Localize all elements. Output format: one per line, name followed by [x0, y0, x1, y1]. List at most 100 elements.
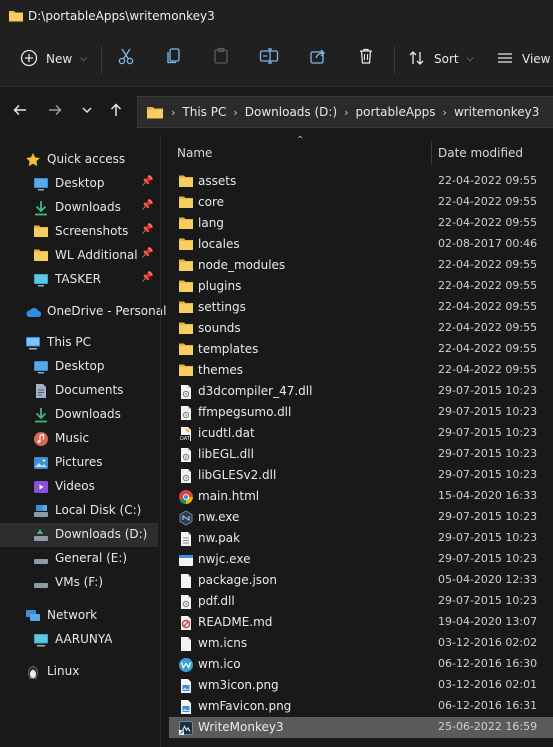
- trash-icon: [357, 47, 375, 68]
- sidebar-item-downloads[interactable]: Downloads: [0, 403, 158, 427]
- sidebar-item-downloads-d[interactable]: Downloads (D:): [0, 523, 158, 547]
- file-date-modified: 29-07-2015 10:23: [438, 384, 538, 397]
- file-row[interactable]: libGLESv2.dll 29-07-2015 10:23: [169, 465, 553, 486]
- file-row[interactable]: nw.exe 29-07-2015 10:23: [169, 507, 553, 528]
- file-date-modified: 02-08-2017 00:46: [438, 237, 538, 250]
- file-row[interactable]: sounds 22-04-2022 09:55: [169, 318, 553, 339]
- file-row[interactable]: locales 02-08-2017 00:46: [169, 234, 553, 255]
- file-row[interactable]: README.md 19-04-2020 13:07: [169, 612, 553, 633]
- dat-file-icon: DAT: [178, 426, 194, 442]
- file-row[interactable]: wm.icns 03-12-2016 02:02: [169, 633, 553, 654]
- file-row[interactable]: DAT icudtl.dat 29-07-2015 10:23: [169, 423, 553, 444]
- column-header-date-modified[interactable]: Date modified: [438, 137, 553, 169]
- file-name: ffmpegsumo.dll: [198, 405, 292, 419]
- chevron-right-icon: ›: [233, 105, 238, 119]
- paste-button[interactable]: [210, 46, 232, 68]
- breadcrumb-portableapps[interactable]: portableApps: [356, 105, 436, 119]
- file-date-modified: 06-12-2016 16:31: [438, 699, 538, 712]
- shortcut-icon: [178, 720, 194, 736]
- sidebar-item-this-pc[interactable]: This PC: [0, 331, 158, 355]
- file-row[interactable]: pdf.dll 29-07-2015 10:23: [169, 591, 553, 612]
- forward-button[interactable]: [45, 101, 65, 121]
- file-row[interactable]: nwjc.exe 29-07-2015 10:23: [169, 549, 553, 570]
- sidebar-item-desktop[interactable]: Desktop: [0, 355, 158, 379]
- file-row[interactable]: package.json 05-04-2020 12:33: [169, 570, 553, 591]
- sidebar-item-videos[interactable]: Videos: [0, 475, 158, 499]
- file-row[interactable]: ffmpegsumo.dll 29-07-2015 10:23: [169, 402, 553, 423]
- file-row[interactable]: WriteMonkey3 25-06-2022 16:59: [169, 717, 553, 738]
- breadcrumb-downloads-d[interactable]: Downloads (D:): [245, 105, 337, 119]
- up-button[interactable]: [106, 101, 126, 121]
- view-button[interactable]: View: [496, 43, 550, 75]
- column-header-name[interactable]: Name: [177, 137, 431, 169]
- folder-icon: [146, 105, 164, 120]
- file-name: wm3icon.png: [198, 678, 279, 692]
- back-button[interactable]: [10, 101, 30, 121]
- file-name: wm.ico: [198, 657, 241, 671]
- sidebar-item-label: Screenshots: [55, 224, 129, 238]
- sidebar-item-general-e[interactable]: General (E:): [0, 547, 158, 571]
- file-row[interactable]: plugins 22-04-2022 09:55: [169, 276, 553, 297]
- file-row[interactable]: settings 22-04-2022 09:55: [169, 297, 553, 318]
- chevron-right-icon: ›: [344, 105, 349, 119]
- sidebar-item-linux[interactable]: Linux: [0, 660, 158, 684]
- new-label: New: [46, 52, 73, 66]
- network-icon: [25, 608, 41, 624]
- file-row[interactable]: templates 22-04-2022 09:55: [169, 339, 553, 360]
- file-name: templates: [198, 342, 259, 356]
- sidebar-item-wl-additional[interactable]: WL Additional A 📌: [0, 244, 158, 268]
- file-row[interactable]: libEGL.dll 29-07-2015 10:23: [169, 444, 553, 465]
- sidebar-item-quick-access[interactable]: Quick access: [0, 148, 158, 172]
- sidebar-item-downloads-pinned[interactable]: Downloads 📌: [0, 196, 158, 220]
- file-row[interactable]: core 22-04-2022 09:55: [169, 192, 553, 213]
- sidebar-item-documents[interactable]: Documents: [0, 379, 158, 403]
- file-row[interactable]: wm.ico 06-12-2016 16:30: [169, 654, 553, 675]
- file-date-modified: 22-04-2022 09:55: [438, 174, 538, 187]
- breadcrumb-this-pc[interactable]: This PC: [182, 105, 226, 119]
- drive-icon: [33, 503, 49, 519]
- copy-button[interactable]: [163, 46, 185, 68]
- file-row[interactable]: themes 22-04-2022 09:55: [169, 360, 553, 381]
- column-separator[interactable]: [431, 141, 432, 165]
- sidebar-item-network[interactable]: Network: [0, 604, 158, 628]
- sidebar-item-pictures[interactable]: Pictures: [0, 451, 158, 475]
- file-row[interactable]: node_modules 22-04-2022 09:55: [169, 255, 553, 276]
- file-name: nw.exe: [198, 510, 240, 524]
- file-date-modified: 22-04-2022 09:55: [438, 363, 538, 376]
- file-row[interactable]: assets 22-04-2022 09:55: [169, 171, 553, 192]
- sidebar-item-screenshots[interactable]: Screenshots 📌: [0, 220, 158, 244]
- file-row[interactable]: wm3icon.png 03-12-2016 02:01: [169, 675, 553, 696]
- address-bar[interactable]: › This PC › Downloads (D:) › portableApp…: [137, 96, 553, 128]
- file-name: themes: [198, 363, 244, 377]
- file-row[interactable]: wmFavicon.png 06-12-2016 16:31: [169, 696, 553, 717]
- cut-button[interactable]: [115, 46, 137, 68]
- sidebar-item-tasker[interactable]: TASKER 📌: [0, 268, 158, 292]
- folder-icon: [178, 300, 194, 316]
- file-name: locales: [198, 237, 240, 251]
- arrow-up-icon: [108, 102, 124, 121]
- sidebar-item-vms-f[interactable]: VMs (F:): [0, 571, 158, 595]
- drive-icon: [33, 551, 49, 567]
- arrow-right-icon: [47, 102, 63, 121]
- rename-button[interactable]: [258, 46, 280, 68]
- sidebar-item-desktop-pinned[interactable]: Desktop 📌: [0, 172, 158, 196]
- share-button[interactable]: [307, 46, 329, 68]
- sidebar-item-label: Desktop: [55, 359, 105, 373]
- sidebar-item-music[interactable]: Music: [0, 427, 158, 451]
- column-header-label: Name: [177, 146, 213, 160]
- new-button[interactable]: New ⌵: [20, 43, 87, 75]
- delete-button[interactable]: [355, 46, 377, 68]
- file-date-modified: 22-04-2022 09:55: [438, 300, 538, 313]
- sort-button[interactable]: Sort ⌵: [408, 43, 473, 75]
- file-row[interactable]: main.html 15-04-2020 16:33: [169, 486, 553, 507]
- breadcrumb-writemonkey3[interactable]: writemonkey3: [454, 105, 539, 119]
- video-icon: [33, 479, 49, 495]
- sidebar-item-local-disk-c[interactable]: Local Disk (C:): [0, 499, 158, 523]
- recent-locations-button[interactable]: [77, 101, 97, 121]
- sidebar-item-aarunya[interactable]: AARUNYA: [0, 628, 158, 652]
- file-row[interactable]: d3dcompiler_47.dll 29-07-2015 10:23: [169, 381, 553, 402]
- file-name: d3dcompiler_47.dll: [198, 384, 313, 398]
- sidebar-item-onedrive[interactable]: OneDrive - Personal: [0, 300, 166, 324]
- file-row[interactable]: lang 22-04-2022 09:55: [169, 213, 553, 234]
- file-row[interactable]: nw.pak 29-07-2015 10:23: [169, 528, 553, 549]
